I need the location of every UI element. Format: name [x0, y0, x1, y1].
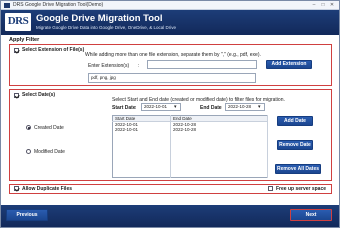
extension-checkbox[interactable] — [14, 48, 19, 53]
drs-logo: DRS — [5, 13, 31, 31]
modified-date-radio[interactable] — [26, 149, 31, 154]
remove-all-dates-button[interactable]: Remove All Dates — [275, 164, 321, 174]
app-title: Google Drive Migration Tool — [36, 13, 163, 24]
app-subtitle: Migrate Google Drive Data into Google Dr… — [36, 25, 177, 30]
extension-checkbox-label: Select Extension of File(s) — [22, 47, 85, 53]
extension-hint: While adding more than one file extensio… — [85, 52, 261, 58]
start-colon: : — [135, 105, 137, 111]
options-bar: Allow Duplicate Files Free up server spa… — [9, 184, 332, 194]
created-date-radio[interactable] — [26, 125, 31, 130]
title-bar: DRS Google Drive Migration Tool(Demo) – … — [1, 1, 339, 10]
previous-button[interactable]: Previous — [6, 209, 48, 221]
logo-text: DRS — [7, 15, 29, 27]
extensions-list[interactable]: pdf, png, jpg — [88, 73, 256, 83]
app-window: DRS Google Drive Migration Tool(Demo) – … — [0, 0, 340, 228]
date-checkbox[interactable] — [14, 93, 19, 98]
minimize-icon[interactable]: – — [310, 2, 318, 8]
section-title: Apply Filter — [9, 37, 40, 43]
app-icon — [4, 3, 10, 8]
next-button[interactable]: Next — [290, 209, 332, 221]
footer-bar: Previous Next — [1, 205, 339, 227]
end-date-dropdown-icon[interactable]: ▾ — [258, 104, 261, 110]
extension-input[interactable] — [147, 60, 257, 69]
close-icon[interactable]: ✕ — [328, 2, 336, 8]
end-colon: : — [219, 105, 221, 111]
maximize-icon[interactable]: □ — [319, 2, 327, 8]
date-checkbox-label: Select Date(s) — [22, 92, 56, 98]
add-date-button[interactable]: Add Date — [277, 116, 313, 126]
start-date-label: Start Date — [112, 105, 136, 111]
window-title: DRS Google Drive Migration Tool(Demo) — [13, 2, 104, 8]
start-date-dropdown-icon[interactable]: ▾ — [174, 104, 177, 110]
extension-filter-panel: Select Extension of File(s) While adding… — [9, 44, 332, 86]
modified-date-label: Modified Date — [34, 149, 65, 155]
header-banner: DRS Google Drive Migration Tool Migrate … — [1, 10, 339, 35]
table-row-empty — [112, 132, 268, 178]
date-ranges-table: Start Date End Date 2022-10-01 2022-10-2… — [112, 115, 268, 178]
free-space-label: Free up server space — [276, 186, 327, 192]
label-colon: : — [138, 63, 140, 69]
free-space-checkbox[interactable] — [268, 186, 273, 191]
allow-duplicate-label: Allow Duplicate Files — [22, 186, 73, 192]
created-date-label: Created Date — [34, 125, 64, 131]
add-extension-button[interactable]: Add Extension — [266, 60, 312, 69]
extension-input-label: Enter Extension(s) — [88, 63, 130, 69]
remove-date-button[interactable]: Remove Date — [277, 140, 313, 150]
allow-duplicate-checkbox[interactable] — [14, 186, 19, 191]
date-filter-panel: Select Date(s) Select Start and End date… — [9, 89, 332, 181]
